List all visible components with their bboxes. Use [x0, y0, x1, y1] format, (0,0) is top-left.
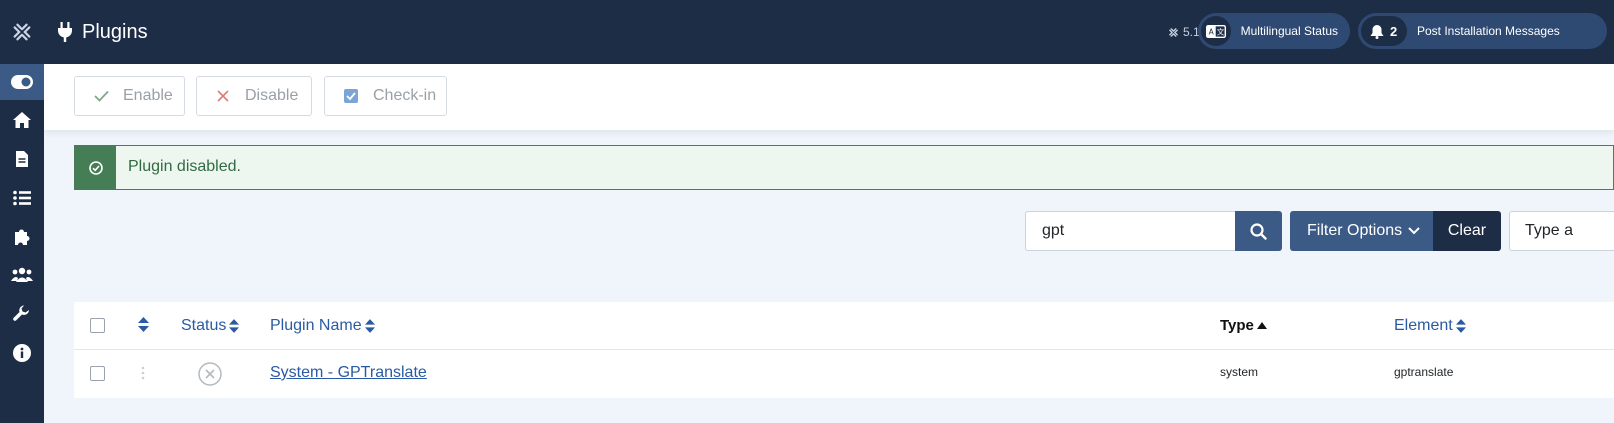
checkin-label: Check-in: [373, 87, 437, 104]
joomla-small-icon: [1169, 27, 1178, 37]
sidebar-item-content[interactable]: [0, 141, 44, 177]
disable-label: Disable: [245, 87, 299, 104]
status-toggle-disabled-icon[interactable]: [198, 362, 222, 391]
filter-options-label: Filter Options: [1307, 222, 1403, 239]
enable-button[interactable]: Enable: [74, 76, 185, 116]
sidebar-item-components[interactable]: [0, 219, 44, 255]
alert-message: Plugin disabled.: [128, 158, 241, 175]
sidebar-item-toggle-menu[interactable]: [0, 64, 44, 100]
top-header: Plugins 5.1.1 A文 Multilingual Status 2 P…: [44, 0, 1614, 64]
ordering-sort-header[interactable]: [138, 317, 149, 332]
row-checkbox[interactable]: [90, 366, 105, 381]
checkin-button[interactable]: Check-in: [324, 76, 447, 116]
users-icon: [11, 267, 33, 282]
clear-button[interactable]: Clear: [1433, 211, 1501, 251]
check-icon: [93, 88, 109, 104]
search-icon: [1250, 222, 1267, 240]
wrench-icon: [13, 305, 29, 321]
plugin-element-cell: gptranslate: [1394, 365, 1454, 379]
sort-icon: [229, 319, 240, 333]
type-filter-select[interactable]: Type a: [1509, 211, 1614, 251]
multilingual-status-button[interactable]: A文 Multilingual Status: [1198, 13, 1350, 49]
plugin-name-sort-header[interactable]: Plugin Name: [270, 317, 375, 335]
x-icon: [215, 88, 231, 104]
plugin-name-header-label: Plugin Name: [270, 317, 362, 334]
enable-label: Enable: [123, 87, 173, 104]
bell-icon: [1370, 24, 1384, 39]
plug-icon: [58, 22, 72, 42]
joomla-logo-icon[interactable]: [0, 0, 44, 64]
info-icon: [13, 344, 31, 362]
filter-options-button[interactable]: Filter Options: [1290, 211, 1433, 251]
svg-text:A: A: [1208, 27, 1214, 36]
search-input[interactable]: [1025, 211, 1235, 251]
page-title: Plugins: [82, 20, 148, 43]
sidebar-item-home[interactable]: [0, 102, 44, 138]
status-header-label: Status: [181, 317, 227, 334]
sort-icon: [138, 317, 149, 332]
post-installation-messages-button[interactable]: 2 Post Installation Messages: [1358, 13, 1607, 49]
page-title-area: Plugins: [58, 0, 148, 64]
plugin-type-cell: system: [1220, 365, 1259, 379]
disable-button[interactable]: Disable: [196, 76, 312, 116]
sidebar-item-users[interactable]: [0, 257, 44, 293]
list-icon: [13, 190, 31, 206]
status-sort-header[interactable]: Status: [181, 317, 240, 335]
type-header-label: Type: [1220, 317, 1254, 334]
sort-icon: [1455, 319, 1466, 333]
element-header-label: Element: [1394, 317, 1453, 334]
messages-count-badge: 2: [1390, 23, 1398, 39]
success-alert: Plugin disabled.: [74, 145, 1614, 190]
sidebar-item-help[interactable]: [0, 335, 44, 371]
checkbox-check-icon: [343, 88, 359, 104]
action-toolbar: Enable Disable Check-in: [44, 64, 1614, 130]
sort-asc-icon: [1256, 322, 1267, 329]
type-sort-header[interactable]: Type: [1220, 317, 1267, 334]
check-circle-icon: [75, 146, 116, 189]
language-icon: A文: [1201, 16, 1231, 46]
post-installation-messages-label: Post Installation Messages: [1417, 24, 1560, 38]
sidebar-item-menus[interactable]: [0, 180, 44, 216]
chevron-down-icon: [1408, 227, 1420, 235]
plugins-table: Status Plugin Name Type Element System -…: [74, 302, 1614, 398]
svg-text:文: 文: [1217, 26, 1225, 36]
drag-handle-icon[interactable]: [141, 366, 145, 385]
document-icon: [16, 151, 28, 167]
plugin-name-link[interactable]: System - GPTranslate: [270, 364, 427, 382]
multilingual-status-label: Multilingual Status: [1240, 24, 1338, 38]
select-all-checkbox[interactable]: [90, 318, 105, 333]
element-sort-header[interactable]: Element: [1394, 317, 1466, 335]
table-row: System - GPTranslate system gptranslate: [74, 350, 1614, 398]
table-header-row: Status Plugin Name Type Element: [74, 302, 1614, 350]
puzzle-icon: [15, 229, 30, 245]
search-button[interactable]: [1235, 211, 1282, 251]
sidebar: [0, 0, 44, 423]
sort-icon: [364, 319, 375, 333]
sidebar-item-system[interactable]: [0, 296, 44, 332]
home-icon: [13, 112, 31, 128]
notifications-bubble: 2: [1361, 16, 1407, 46]
toggle-icon: [11, 75, 33, 89]
